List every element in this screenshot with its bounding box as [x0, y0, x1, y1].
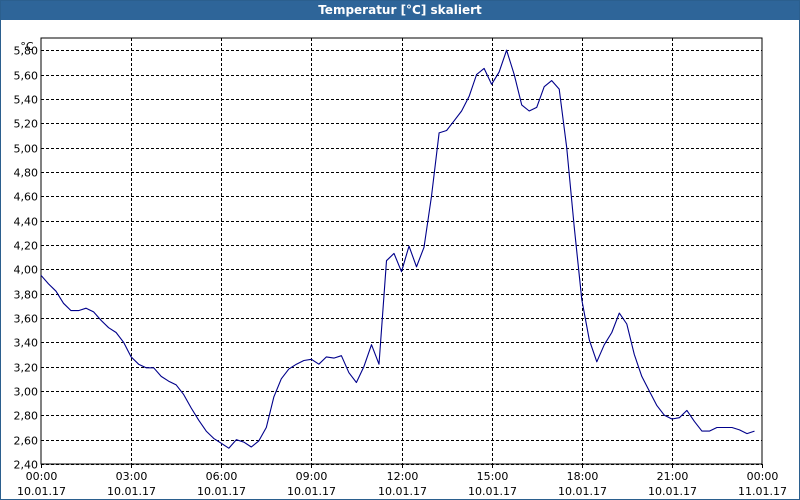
x-tick-date-label: 10.01.17: [197, 485, 246, 498]
x-tick-time-label: 00:00: [26, 470, 58, 483]
y-tick-label: 2,80: [14, 410, 39, 423]
y-tick-label: 3,00: [14, 386, 39, 399]
y-tick-label: 5,20: [14, 118, 39, 131]
y-tick-label: 5,40: [14, 94, 39, 107]
y-tick-label: 3,40: [14, 337, 39, 350]
x-tick-time-label: 21:00: [657, 470, 689, 483]
y-tick-label: 3,20: [14, 362, 39, 375]
x-tick-time-label: 15:00: [477, 470, 509, 483]
x-tick-date-label: 10.01.17: [378, 485, 427, 498]
y-tick-label: 4,80: [14, 167, 39, 180]
chart-window: Temperatur [°C] skaliert 2,40 2,60 2,80 3,0…: [0, 0, 800, 500]
y-tick-label: 4,00: [14, 264, 39, 277]
x-tick-time-label: 06:00: [206, 470, 238, 483]
x-tick-date-label: 10.01.17: [287, 485, 336, 498]
x-tick-time-label: 00:00: [747, 470, 779, 483]
y-tick-label: 3,80: [14, 289, 39, 302]
y-tick-label: 5,60: [14, 70, 39, 83]
x-tick-date-label: 10.01.17: [648, 485, 697, 498]
x-tick-time-label: 18:00: [567, 470, 599, 483]
y-tick-label: 4,20: [14, 240, 39, 253]
x-tick-date-label: 11.01.17: [738, 485, 787, 498]
temperature-chart: 2,402,602,803,003,203,403,603,804,004,20…: [14, 37, 787, 498]
x-tick-time-label: 09:00: [296, 470, 328, 483]
x-tick-date-label: 10.01.17: [107, 485, 156, 498]
x-tick-date-label: 10.01.17: [468, 485, 517, 498]
y-tick-label: 4,60: [14, 191, 39, 204]
y-tick-label: 3,60: [14, 313, 39, 326]
x-tick-time-label: 12:00: [387, 470, 419, 483]
x-tick-date-label: 10.01.17: [558, 485, 607, 498]
y-tick-label: 4,40: [14, 216, 39, 229]
y-unit-label: °C: [20, 40, 34, 53]
x-tick-time-label: 03:00: [116, 470, 148, 483]
x-tick-date-label: 10.01.17: [17, 485, 66, 498]
y-tick-label: 2,60: [14, 435, 39, 448]
y-tick-label: 5,00: [14, 143, 39, 156]
